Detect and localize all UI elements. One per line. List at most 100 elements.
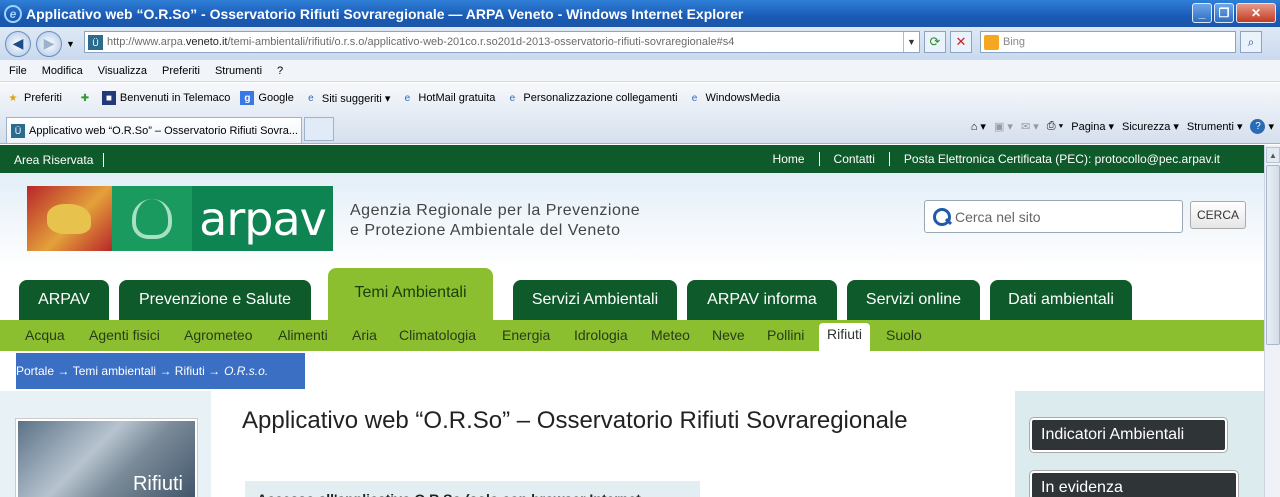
window-title: Applicativo web “O.R.So” - Osservatorio … [26, 5, 744, 22]
area-riservata-link[interactable]: Area Riservata [14, 153, 105, 167]
navigation-bar: ◀ ▶ ▼ Ü http://www.arpa. veneto.it/temi-a… [0, 27, 1280, 60]
subnav-pollini[interactable]: Pollini [767, 327, 804, 343]
contatti-link[interactable]: Contatti [818, 152, 889, 166]
page-menu[interactable]: Pagina ▾ [1071, 120, 1114, 134]
menu-file[interactable]: File [9, 65, 27, 77]
add-favorite-button[interactable]: ✚ [78, 91, 92, 105]
url-prefix: http://www.arpa. [107, 36, 186, 48]
site-search-placeholder: Cerca nel sito [955, 208, 1041, 225]
menu-strumenti[interactable]: Strumenti [215, 65, 262, 77]
nav-arpav[interactable]: ARPAV [19, 280, 109, 320]
menu-visualizza[interactable]: Visualizza [98, 65, 147, 77]
indicatori-ambientali-button[interactable]: Indicatori Ambientali [1030, 418, 1227, 452]
home-link[interactable]: Home [759, 152, 819, 166]
tab-arpav[interactable]: Ü Applicativo web “O.R.So” – Osservatori… [6, 117, 302, 143]
window-title-bar: e Applicativo web “O.R.So” - Osservatori… [0, 0, 1280, 27]
subnav-acqua[interactable]: Acqua [25, 327, 65, 343]
page-scrollbar[interactable]: ▲ [1264, 145, 1280, 497]
crumb-temi[interactable]: Temi ambientali [73, 364, 156, 378]
nav-arpav-informa[interactable]: ARPAV informa [687, 280, 837, 320]
search-icon[interactable]: ⌕ [1240, 31, 1262, 53]
subnav-energia[interactable]: Energia [502, 327, 550, 343]
web-page: Area Riservata Home Contatti Posta Elett… [0, 145, 1264, 497]
browser-search-input[interactable]: Bing [980, 31, 1236, 53]
menu-help[interactable]: ? [277, 65, 283, 77]
subnav-alimenti[interactable]: Alimenti [278, 327, 328, 343]
fav-windowsmedia[interactable]: e WindowsMedia [688, 91, 781, 105]
scroll-up-icon[interactable]: ▲ [1266, 147, 1280, 163]
tools-menu-label: Strumenti [1186, 120, 1234, 133]
pec-link[interactable]: Posta Elettronica Certificata (PEC): pro… [888, 152, 1234, 166]
fav-label: Personalizzazione collegamenti [523, 92, 678, 104]
google-icon: g [240, 91, 255, 105]
agency-line-1: Agenzia Regionale per la Prevenzione [350, 202, 641, 219]
cerca-button[interactable]: CERCA [1190, 201, 1246, 229]
refresh-icon[interactable]: ⟳ [924, 31, 946, 53]
menu-modifica[interactable]: Modifica [42, 65, 83, 77]
new-tab-button[interactable] [304, 117, 334, 141]
help-icon[interactable]: ? ▾ [1250, 119, 1274, 134]
print-icon[interactable]: ⎙ ▾ [1047, 120, 1063, 133]
site-header: arpav Agenzia Regionale per la Prevenzio… [0, 173, 1264, 268]
subnav-aria[interactable]: Aria [352, 327, 377, 343]
ie-page-icon: e [404, 92, 411, 104]
lion-logo[interactable] [27, 186, 112, 251]
site-search-input[interactable]: Cerca nel sito [924, 200, 1183, 233]
arpav-logo[interactable]: arpav [192, 186, 333, 251]
in-evidenza-button[interactable]: In evidenza [1030, 471, 1238, 497]
subnav-agrometeo[interactable]: Agrometeo [184, 327, 252, 343]
fav-label: WindowsMedia [705, 92, 781, 104]
fav-label: Benvenuti in Telemaco [119, 92, 231, 104]
subnav-agenti-fisici[interactable]: Agenti fisici [89, 327, 160, 343]
stop-icon[interactable]: ✕ [950, 31, 972, 53]
menu-preferiti[interactable]: Preferiti [162, 65, 200, 77]
ie-page-icon: e [691, 92, 698, 104]
ie-page-icon: e [509, 92, 516, 104]
rifiuti-image[interactable]: Rifiuti [16, 419, 197, 497]
back-button[interactable]: ◀ [5, 30, 31, 57]
fav-personalizzazione[interactable]: e Personalizzazione collegamenti [505, 91, 678, 105]
subnav-neve[interactable]: Neve [712, 327, 745, 343]
crumb-portale[interactable]: Portale [16, 364, 54, 378]
nav-dati-ambientali[interactable]: Dati ambientali [990, 280, 1132, 320]
access-note: Accesso all'applicativo O.R.So (solo con… [245, 481, 700, 497]
nav-servizi-ambientali[interactable]: Servizi Ambientali [513, 280, 677, 320]
tools-menu[interactable]: Strumenti ▾ [1186, 120, 1243, 134]
command-bar: ⌂ ▾ ▣ ▾ ✉ ▾ ⎙ ▾ Pagina ▾ Sicurezza ▾ Str… [971, 119, 1274, 134]
nav-servizi-online[interactable]: Servizi online [847, 280, 980, 320]
subnav-meteo[interactable]: Meteo [651, 327, 690, 343]
minimize-button[interactable]: _ [1192, 3, 1212, 23]
address-dropdown-icon[interactable]: ▼ [903, 32, 919, 52]
close-window-button[interactable]: ✕ [1236, 3, 1276, 23]
favorites-button[interactable]: ★ Preferiti [6, 91, 62, 105]
fav-google[interactable]: g Google [240, 91, 294, 105]
agency-line-2: e Protezione Ambientale del Veneto [350, 222, 621, 239]
menu-bar: File Modifica Visualizza Preferiti Strum… [0, 60, 1280, 82]
tab-bar: Ü Applicativo web “O.R.So” – Osservatori… [0, 113, 1280, 144]
agency-name: Agenzia Regionale per la Prevenzione e P… [350, 201, 640, 241]
fav-hotmail[interactable]: e HotMail gratuita [400, 91, 496, 105]
arpav-mark-logo[interactable] [112, 186, 192, 251]
mail-icon[interactable]: ✉ ▾ [1021, 120, 1039, 133]
rifiuti-image-label: Rifiuti [132, 473, 183, 495]
forward-button[interactable]: ▶ [36, 30, 62, 57]
subnav-rifiuti[interactable]: Rifiuti [819, 323, 871, 351]
feeds-icon[interactable]: ▣ ▾ [994, 120, 1013, 133]
fav-siti-suggeriti[interactable]: e Siti suggeriti ▾ [304, 91, 390, 105]
scroll-thumb[interactable] [1266, 165, 1280, 345]
nav-temi-ambientali[interactable]: Temi Ambientali [328, 268, 493, 320]
favorites-bar: ★ Preferiti ✚ ■ Benvenuti in Telemaco g Go… [0, 83, 1280, 113]
crumb-rifiuti[interactable]: Rifiuti [175, 364, 205, 378]
history-dropdown-icon[interactable]: ▼ [66, 39, 75, 49]
crumb-sep: → [208, 364, 221, 378]
address-field[interactable]: Ü http://www.arpa. veneto.it/temi-ambient… [84, 31, 920, 53]
nav-prevenzione-salute[interactable]: Prevenzione e Salute [119, 280, 311, 320]
home-icon[interactable]: ⌂ ▾ [971, 120, 986, 133]
maximize-button[interactable]: ❐ [1214, 3, 1234, 23]
subnav-idrologia[interactable]: Idrologia [574, 327, 628, 343]
fav-label: HotMail gratuita [418, 92, 496, 104]
fav-telemaco[interactable]: ■ Benvenuti in Telemaco [101, 91, 231, 105]
subnav-climatologia[interactable]: Climatologia [399, 327, 476, 343]
security-menu[interactable]: Sicurezza ▾ [1122, 120, 1179, 134]
subnav-suolo[interactable]: Suolo [886, 327, 922, 343]
